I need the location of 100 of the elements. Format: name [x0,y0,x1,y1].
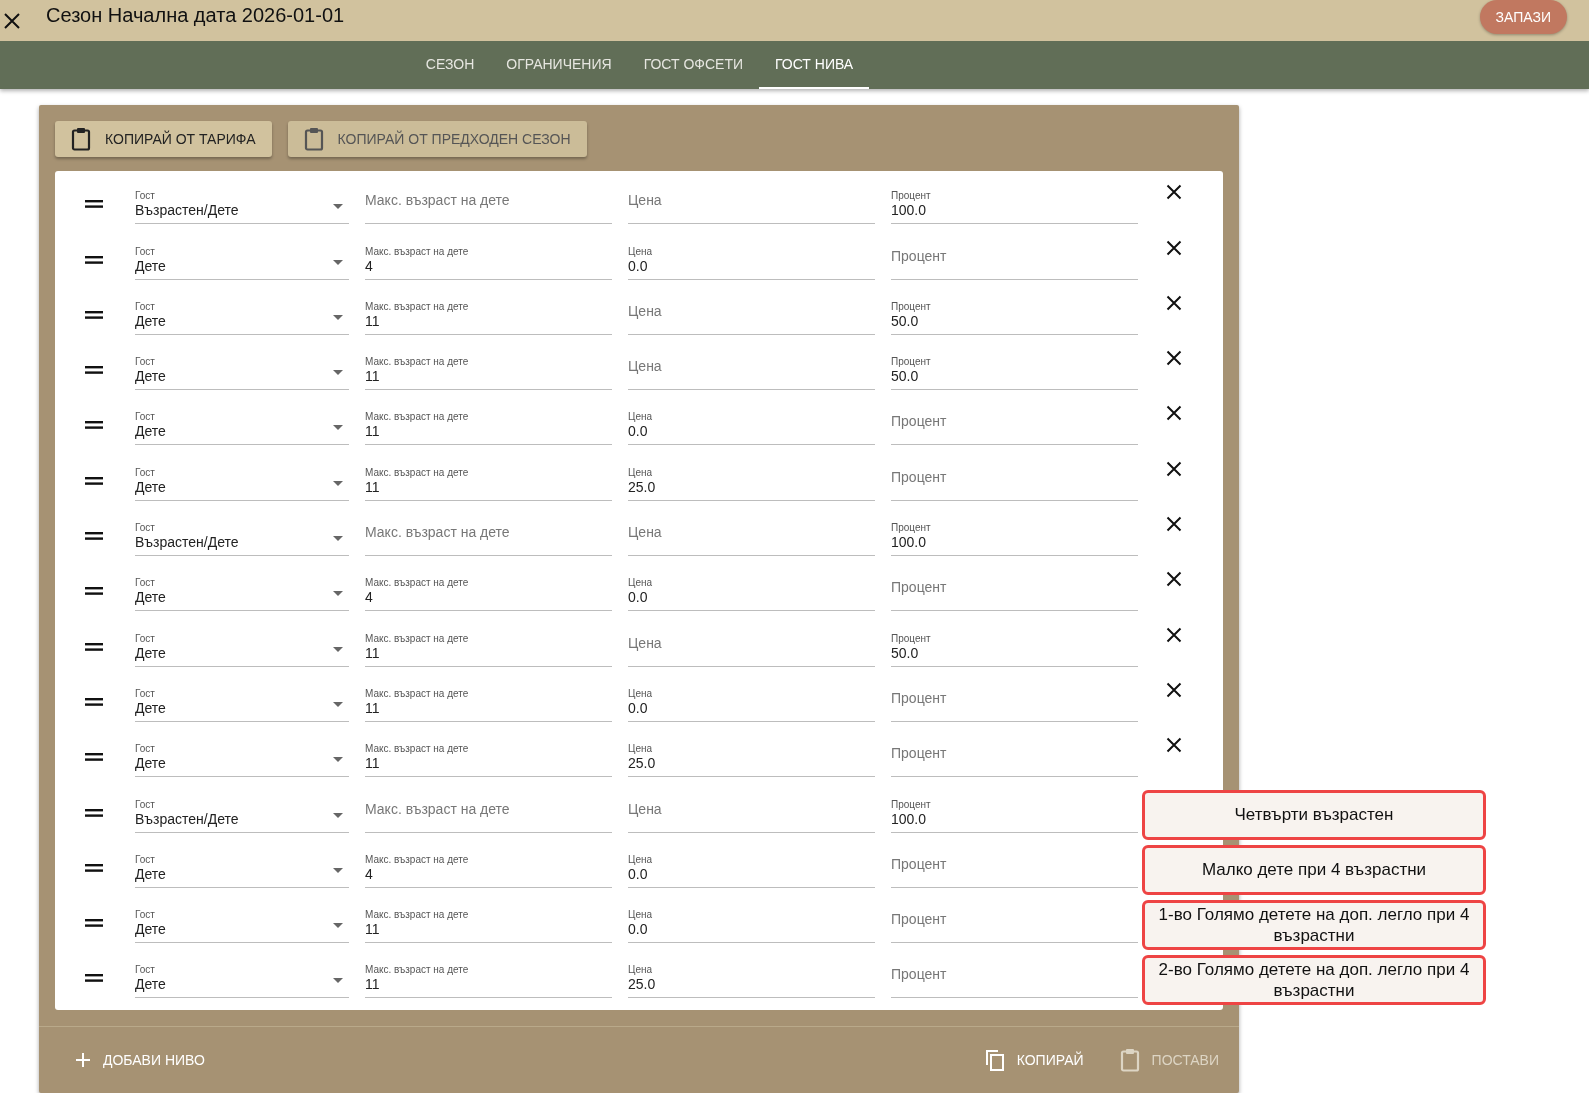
close-icon[interactable] [1166,571,1182,588]
close-icon[interactable] [1166,350,1182,367]
max-age-field[interactable]: Макс. възраст на дете 4 [365,571,612,612]
field-value: 11 [365,478,380,496]
price-field[interactable]: Цена 0.0 [628,571,875,612]
guest-select[interactable]: Гост Дете [135,405,349,446]
price-field[interactable]: Цена 0.0 [628,239,875,280]
field-placeholder: Процент [891,855,947,873]
max-age-field[interactable]: Макс. възраст на дете 4 [365,239,612,280]
price-field[interactable]: Цена 0.0 [628,405,875,446]
close-icon[interactable] [1166,626,1182,643]
percent-field[interactable]: Процент 50.0 [891,626,1138,667]
field-placeholder: Цена [628,524,662,542]
price-field[interactable]: Цена 0.0 [628,681,875,722]
field-value: 0.0 [628,699,648,717]
percent-field[interactable]: Процент [891,903,1138,944]
guest-select[interactable]: Гост Възрастен/Дете [135,516,349,557]
tab[interactable]: СЕЗОН [409,41,491,89]
drag-handle-icon[interactable] [85,476,103,485]
close-icon[interactable] [1166,516,1182,533]
tab[interactable]: ОГРАНИЧЕНИЯ [490,41,628,89]
guest-select[interactable]: Гост Възрастен/Дете [135,184,349,225]
field-value: Дете [135,423,166,441]
price-field[interactable]: Цена 25.0 [628,460,875,501]
max-age-field[interactable]: Макс. възраст на дете [365,184,612,225]
guest-select[interactable]: Гост Дете [135,350,349,391]
max-age-field[interactable]: Макс. възраст на дете [365,792,612,833]
price-field[interactable]: Цена [628,184,875,225]
guest-select[interactable]: Гост Дете [135,847,349,888]
field-value: 11 [365,423,380,441]
max-age-field[interactable]: Макс. възраст на дете 11 [365,294,612,335]
percent-field[interactable]: Процент 50.0 [891,294,1138,335]
price-field[interactable]: Цена [628,294,875,335]
price-field[interactable]: Цена 0.0 [628,847,875,888]
guest-select[interactable]: Гост Дете [135,239,349,280]
max-age-field[interactable]: Макс. възраст на дете 11 [365,681,612,722]
field-label: Процент [891,522,931,535]
percent-field[interactable]: Процент [891,405,1138,446]
close-icon[interactable] [1166,294,1182,311]
guest-select[interactable]: Гост Дете [135,737,349,778]
percent-field[interactable]: Процент [891,239,1138,280]
percent-field[interactable]: Процент 100.0 [891,184,1138,225]
max-age-field[interactable]: Макс. възраст на дете 11 [365,405,612,446]
max-age-field[interactable]: Макс. възраст на дете 11 [365,958,612,999]
percent-field[interactable]: Процент [891,958,1138,999]
price-field[interactable]: Цена [628,516,875,557]
copy-button[interactable]: КОПИРАЙ ОТ ТАРИФА [55,121,272,157]
percent-field[interactable]: Процент [891,460,1138,501]
guest-select[interactable]: Гост Дете [135,571,349,612]
max-age-field[interactable]: Макс. възраст на дете 11 [365,460,612,501]
percent-field[interactable]: Процент 100.0 [891,792,1138,833]
close-icon[interactable] [3,11,21,30]
percent-field[interactable]: Процент [891,737,1138,778]
guest-select[interactable]: Гост Дете [135,958,349,999]
guest-select[interactable]: Гост Възрастен/Дете [135,792,349,833]
max-age-field[interactable]: Макс. възраст на дете 11 [365,737,612,778]
close-icon[interactable] [1166,239,1182,256]
max-age-field[interactable]: Макс. възраст на дете [365,516,612,557]
close-icon[interactable] [1166,184,1182,201]
percent-field[interactable]: Процент 100.0 [891,516,1138,557]
price-field[interactable]: Цена 25.0 [628,958,875,999]
max-age-field[interactable]: Макс. възраст на дете 4 [365,847,612,888]
price-field[interactable]: Цена [628,350,875,391]
drag-handle-icon[interactable] [85,919,103,928]
guest-select[interactable]: Гост Дете [135,626,349,667]
percent-field[interactable]: Процент [891,571,1138,612]
percent-field[interactable]: Процент 50.0 [891,350,1138,391]
max-age-field[interactable]: Макс. възраст на дете 11 [365,626,612,667]
drag-handle-icon[interactable] [85,310,103,319]
guest-select[interactable]: Гост Дете [135,903,349,944]
drag-handle-icon[interactable] [85,421,103,430]
drag-handle-icon[interactable] [85,697,103,706]
max-age-field[interactable]: Макс. възраст на дете 11 [365,903,612,944]
drag-handle-icon[interactable] [85,255,103,264]
drag-handle-icon[interactable] [85,753,103,762]
drag-handle-icon[interactable] [85,863,103,872]
percent-field[interactable]: Процент [891,847,1138,888]
max-age-field[interactable]: Макс. възраст на дете 11 [365,350,612,391]
drag-handle-icon[interactable] [85,642,103,651]
price-field[interactable]: Цена 0.0 [628,903,875,944]
close-icon[interactable] [1166,737,1182,754]
percent-field[interactable]: Процент [891,681,1138,722]
close-icon[interactable] [1166,681,1182,698]
drag-handle-icon[interactable] [85,366,103,375]
price-field[interactable]: Цена 25.0 [628,737,875,778]
drag-handle-icon[interactable] [85,808,103,817]
drag-handle-icon[interactable] [85,200,103,209]
guest-select[interactable]: Гост Дете [135,681,349,722]
drag-handle-icon[interactable] [85,532,103,541]
close-icon[interactable] [1166,460,1182,477]
drag-handle-icon[interactable] [85,974,103,983]
price-field[interactable]: Цена [628,626,875,667]
annotation-callout: 2-во Голямо детете на доп. легло при 4 възрастни [1142,955,1486,1006]
price-field[interactable]: Цена [628,792,875,833]
tab[interactable]: ГОСТ ОФСЕТИ [627,41,759,89]
close-icon[interactable] [1166,405,1182,422]
drag-handle-icon[interactable] [85,587,103,596]
guest-select[interactable]: Гост Дете [135,294,349,335]
guest-select[interactable]: Гост Дете [135,460,349,501]
tab[interactable]: ГОСТ НИВА [759,41,870,89]
